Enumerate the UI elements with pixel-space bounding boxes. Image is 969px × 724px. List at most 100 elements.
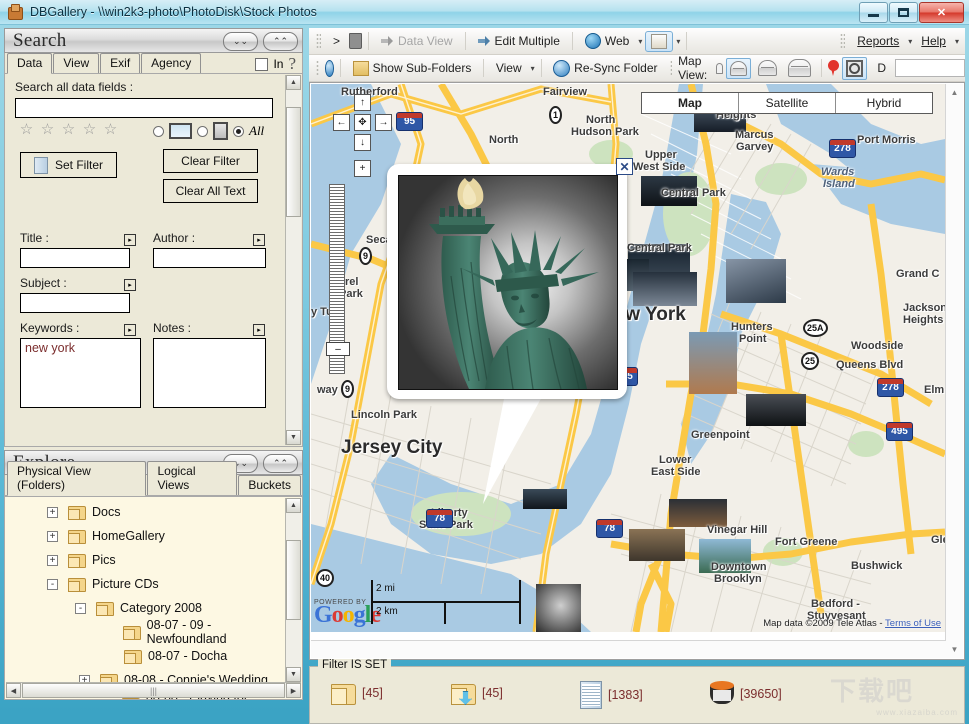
callout-close-icon[interactable]: ✕ bbox=[616, 158, 633, 175]
keywords-dropdown-button[interactable]: ▸ bbox=[124, 324, 136, 336]
rating-stars[interactable]: ☆ ☆ ☆ ☆ ☆ bbox=[19, 122, 118, 137]
map-text-input[interactable] bbox=[895, 59, 965, 77]
toolbar2-grip-2[interactable] bbox=[670, 60, 673, 77]
map-canvas[interactable]: RutherfordFairviewNorthHudson ParkNorthH… bbox=[311, 84, 945, 632]
tab-data[interactable]: Data bbox=[7, 53, 52, 74]
radio-all[interactable] bbox=[233, 126, 244, 137]
data-view-button[interactable]: Data View bbox=[375, 31, 458, 51]
trash-icon[interactable] bbox=[349, 33, 362, 49]
folder-tree[interactable]: + Docs + HomeGallery + bbox=[4, 496, 303, 700]
tab-buckets[interactable]: Buckets bbox=[238, 475, 301, 495]
help-chevron-down-icon[interactable]: ▾ bbox=[955, 37, 959, 46]
radio-images[interactable] bbox=[153, 126, 164, 137]
tree-hscroll-thumb[interactable]: ||| bbox=[22, 683, 285, 698]
tree-item[interactable]: + Docs bbox=[5, 500, 285, 524]
image-type-icon[interactable] bbox=[169, 123, 192, 139]
tree-scroll-down-arrow[interactable]: ▼ bbox=[286, 667, 301, 682]
map-size-large-button[interactable] bbox=[784, 56, 815, 80]
tree-scroll-up-arrow[interactable]: ▲ bbox=[286, 498, 301, 513]
maximize-button[interactable] bbox=[889, 2, 918, 23]
tab-view[interactable]: View bbox=[53, 53, 99, 73]
map-size-small-button[interactable] bbox=[726, 58, 751, 79]
set-filter-button[interactable]: Set Filter bbox=[20, 152, 117, 178]
minimize-button[interactable] bbox=[859, 2, 888, 23]
resync-folder-button[interactable]: Re-Sync Folder bbox=[547, 57, 663, 80]
radio-video[interactable] bbox=[197, 126, 208, 137]
web-button[interactable]: Web bbox=[579, 30, 635, 52]
star-4[interactable]: ☆ bbox=[82, 122, 97, 137]
tree-scroll-right-arrow[interactable]: ▶ bbox=[286, 683, 301, 698]
view-chevron-down-icon[interactable]: ▾ bbox=[531, 64, 535, 73]
notes-dropdown-button[interactable]: ▸ bbox=[253, 324, 265, 336]
tree-item[interactable]: - Picture CDs bbox=[5, 572, 285, 596]
toolbar2-grip[interactable] bbox=[316, 60, 319, 77]
title-input[interactable] bbox=[20, 248, 130, 268]
tree-expander[interactable]: - bbox=[75, 603, 86, 614]
clear-all-text-button[interactable]: Clear All Text bbox=[163, 179, 258, 203]
tree-scrollbar-horizontal[interactable]: ◀ ||| ▶ bbox=[6, 682, 301, 698]
toolbar-grip-right[interactable] bbox=[840, 33, 845, 50]
subject-dropdown-button[interactable]: ▸ bbox=[124, 279, 136, 291]
map-size-medium-button[interactable] bbox=[754, 57, 781, 79]
filter-item-folders[interactable]: [45] bbox=[330, 681, 383, 705]
reports-chevron-down-icon[interactable]: ▾ bbox=[908, 37, 912, 46]
search-scrollbar[interactable]: ▲ ▼ bbox=[285, 75, 301, 445]
tree-item[interactable]: + Pics bbox=[5, 548, 285, 572]
tree-item[interactable]: - Category 2008 bbox=[5, 596, 285, 620]
explore-chevron-double-up-icon[interactable]: ⌃⌃ bbox=[263, 454, 298, 473]
tree-expander[interactable]: - bbox=[47, 579, 58, 590]
map-scrollbar-horizontal[interactable] bbox=[311, 640, 946, 658]
tab-logical-views[interactable]: Logical Views bbox=[147, 461, 237, 495]
photo-callout[interactable]: ✕ bbox=[387, 164, 627, 399]
keywords-textarea[interactable]: new york bbox=[20, 338, 141, 408]
star-3[interactable]: ☆ bbox=[61, 122, 76, 137]
star-1[interactable]: ☆ bbox=[19, 122, 34, 137]
tree-scrollbar-vertical[interactable]: ▲ ▼ bbox=[285, 498, 301, 682]
map-size-tiny-icon[interactable] bbox=[716, 63, 723, 74]
star-2[interactable]: ☆ bbox=[40, 122, 55, 137]
scroll-down-arrow[interactable]: ▼ bbox=[286, 430, 301, 445]
tree-item[interactable]: 08-07 - Docha bbox=[5, 644, 285, 668]
scroll-up-arrow[interactable]: ▲ bbox=[286, 75, 301, 90]
tab-agency[interactable]: Agency bbox=[141, 53, 201, 73]
export-chevron-down-icon[interactable]: ▾ bbox=[676, 37, 680, 46]
tree-scroll-thumb[interactable] bbox=[286, 540, 301, 620]
tab-exif[interactable]: Exif bbox=[100, 53, 140, 73]
help-menu[interactable]: Help bbox=[915, 31, 952, 51]
view-menu[interactable]: View bbox=[490, 58, 528, 78]
filter-item-database[interactable]: [39650] bbox=[710, 681, 782, 706]
document-type-icon[interactable] bbox=[213, 122, 228, 140]
search-all-fields-input[interactable] bbox=[15, 98, 273, 118]
web-chevron-down-icon[interactable]: ▾ bbox=[638, 37, 642, 46]
edit-multiple-button[interactable]: Edit Multiple bbox=[472, 31, 566, 51]
refresh-icon[interactable] bbox=[325, 60, 335, 77]
map-scrollbar-vertical[interactable]: ▲ ▼ bbox=[945, 84, 963, 658]
filter-item-subfolders[interactable]: [45] bbox=[450, 681, 503, 705]
tab-physical-view[interactable]: Physical View (Folders) bbox=[7, 461, 146, 496]
close-button[interactable]: ✕ bbox=[919, 2, 964, 23]
filter-item-images[interactable]: [1383] bbox=[580, 681, 643, 709]
tree-scroll-left-arrow[interactable]: ◀ bbox=[6, 683, 21, 698]
tree-item[interactable]: + HomeGallery bbox=[5, 524, 285, 548]
author-input[interactable] bbox=[153, 248, 266, 268]
tree-expander[interactable]: + bbox=[47, 531, 58, 542]
terms-of-use-link[interactable]: Terms of Use bbox=[885, 618, 941, 629]
notes-textarea[interactable] bbox=[153, 338, 266, 408]
author-dropdown-button[interactable]: ▸ bbox=[253, 234, 265, 246]
star-5[interactable]: ☆ bbox=[103, 122, 118, 137]
chevron-double-down-icon[interactable]: ⌄⌄ bbox=[223, 32, 258, 51]
map-scroll-up-arrow[interactable]: ▲ bbox=[946, 84, 963, 101]
tree-expander[interactable]: + bbox=[47, 555, 58, 566]
tree-expander[interactable]: + bbox=[47, 507, 58, 518]
map-scroll-down-arrow[interactable]: ▼ bbox=[946, 641, 963, 658]
callout-photo[interactable] bbox=[398, 175, 618, 390]
subject-input[interactable] bbox=[20, 293, 130, 313]
map-pin-icon[interactable] bbox=[828, 60, 834, 76]
chevron-double-up-icon[interactable]: ⌃⌃ bbox=[263, 32, 298, 51]
export-button[interactable] bbox=[645, 31, 673, 52]
show-subfolders-button[interactable]: Show Sub-Folders bbox=[347, 58, 478, 79]
help-icon[interactable]: ? bbox=[288, 58, 296, 70]
title-dropdown-button[interactable]: ▸ bbox=[124, 234, 136, 246]
reports-menu[interactable]: Reports bbox=[851, 31, 905, 51]
expand-arrow-button[interactable]: > bbox=[327, 31, 346, 51]
